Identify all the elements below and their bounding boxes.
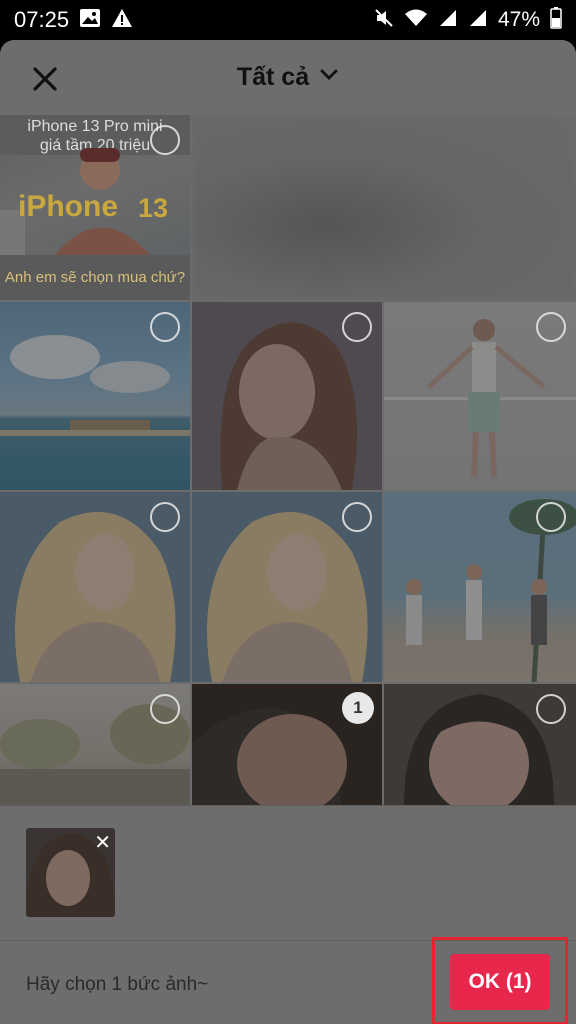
selection-number-badge[interactable]: 1 [342,692,374,724]
ok-button[interactable]: OK (1) [450,954,550,1010]
select-circle[interactable] [150,312,180,342]
photo-thumb-beach[interactable] [0,302,190,490]
select-circle[interactable] [150,694,180,724]
select-circle[interactable] [150,502,180,532]
select-circle[interactable] [536,694,566,724]
signal-icon [438,8,458,33]
promo-brand: iPhone [18,190,119,223]
picker-footer: Hãy chọn 1 bức ảnh~ OK (1) [0,937,576,1024]
battery-percent: 47% [497,8,540,31]
wifi-icon [404,8,428,33]
promo-caption-bottom: Anh em sẽ chọn mua chứ? [0,255,190,300]
photo-thumb-promo[interactable]: iPhone 13 Pro mini giá tầm 20 triệu iPho… [0,115,190,300]
battery-icon [550,6,562,34]
gallery-notification-icon [79,8,101,33]
select-circle[interactable] [342,312,372,342]
warning-icon [111,8,133,33]
select-circle[interactable] [536,502,566,532]
photo-thumb-curly-1[interactable] [0,492,190,682]
select-circle[interactable] [342,502,372,532]
status-time: 07:25 [14,7,70,32]
select-circle[interactable] [150,125,180,155]
selected-tray: ✕ [0,805,576,940]
photo-thumb-street[interactable] [0,684,190,805]
remove-selected-icon[interactable]: ✕ [94,830,111,855]
photo-thumb-woman-railing[interactable] [384,302,576,490]
photo-thumb-selected[interactable]: 1 [192,684,382,805]
photo-thumb-blurred[interactable] [192,115,576,300]
promo-model: 13 [138,193,169,223]
picker-header: Tất cả [0,40,576,115]
photo-thumb-curly-2[interactable] [192,492,382,682]
mute-icon [374,8,394,33]
chevron-down-icon [319,68,339,87]
selected-thumbnail[interactable]: ✕ [26,828,115,917]
photo-grid: iPhone 13 Pro mini giá tầm 20 triệu iPho… [0,115,576,805]
selection-hint: Hãy chọn 1 bức ảnh~ [26,974,209,995]
album-title: Tất cả [236,63,310,91]
status-bar: 07:25 47% [0,0,576,40]
select-circle[interactable] [536,312,566,342]
signal-icon-2 [468,8,488,33]
close-icon[interactable] [28,62,62,96]
album-selector[interactable]: Tất cả [237,63,339,92]
media-picker-sheet: Tất cả iPhone 13 Pro mini giá tầm 20 tri… [0,40,576,1024]
photo-thumb-girl-portrait[interactable] [192,302,382,490]
photo-thumb-bangs[interactable] [384,684,576,805]
photo-thumb-beach-friends[interactable] [384,492,576,682]
